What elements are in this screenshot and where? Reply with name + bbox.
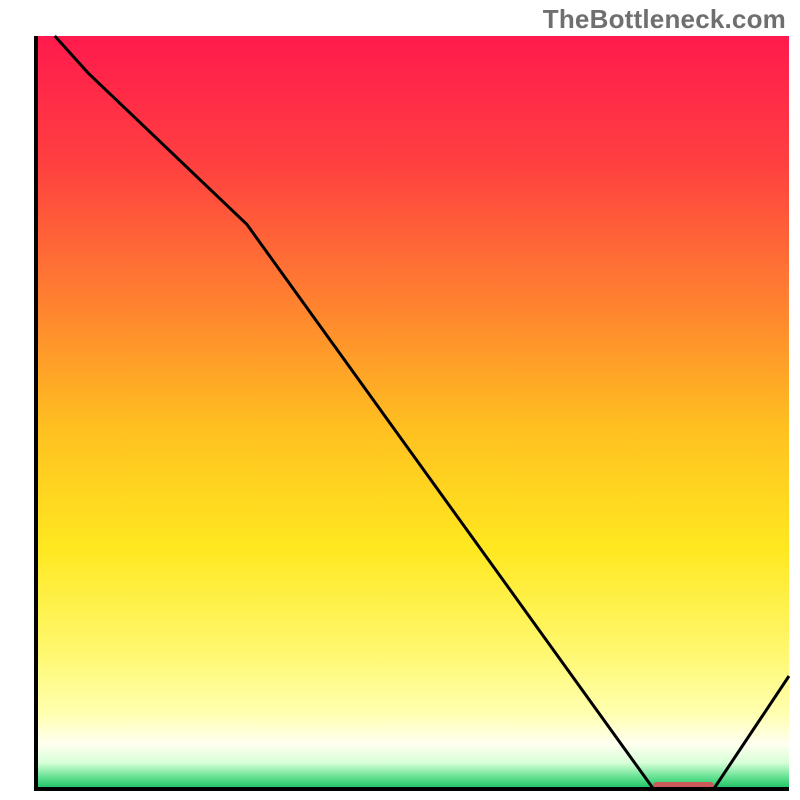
- plot-background: [36, 36, 789, 789]
- chart-container: TheBottleneck.com: [0, 0, 800, 800]
- chart-svg: [0, 0, 800, 800]
